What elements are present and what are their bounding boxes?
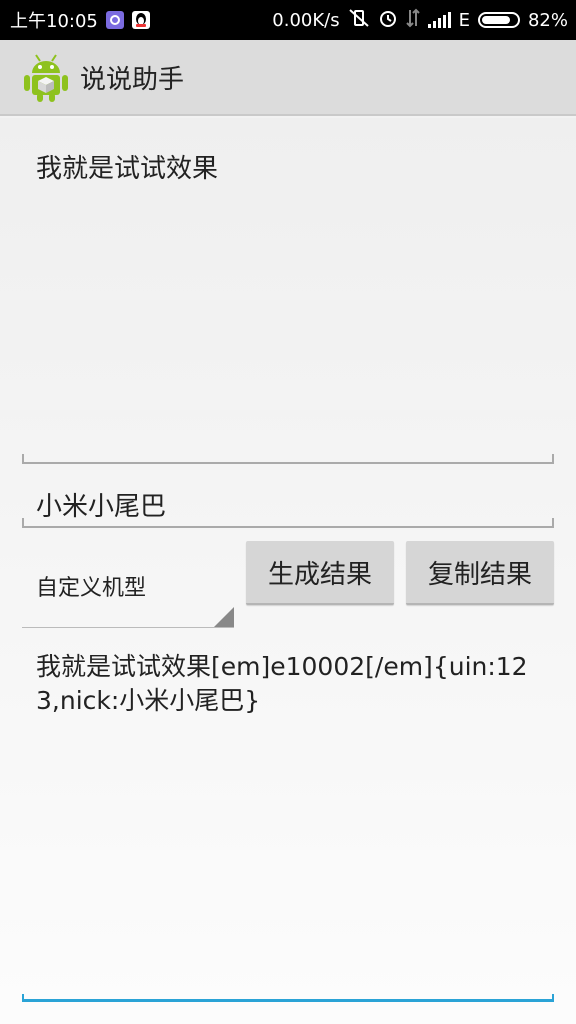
content-input-underline <box>22 454 554 464</box>
copy-button[interactable]: 复制结果 <box>406 541 554 605</box>
network-type: E <box>458 9 470 31</box>
app-title: 说说助手 <box>80 64 185 95</box>
vibrate-mute-icon <box>348 8 370 33</box>
notification-app-icon <box>105 11 124 29</box>
spinner-arrow-icon <box>214 607 234 627</box>
main-content: 我就是试试效果 小米小尾巴 自定义机型 生成结果 复制结果 我就是试试效果[em… <box>0 118 576 1024</box>
status-right: 0.00K/s E 82% <box>272 8 568 33</box>
status-bar: 上午10:05 0.00K/s E 82% <box>0 0 576 40</box>
model-spinner-value: 自定义机型 <box>36 576 147 601</box>
alarm-clock-icon <box>378 8 398 33</box>
result-output[interactable]: 我就是试试效果[em]e10002[/em]{uin:123,nick:小米小尾… <box>22 644 554 1002</box>
battery-fill <box>481 16 510 24</box>
generate-button[interactable]: 生成结果 <box>246 541 394 605</box>
content-input[interactable]: 我就是试试效果 <box>22 118 554 464</box>
status-time: 上午10:05 <box>10 11 98 32</box>
model-spinner[interactable]: 自定义机型 <box>22 558 234 628</box>
tail-input[interactable]: 小米小尾巴 <box>22 474 554 528</box>
result-output-text: 我就是试试效果[em]e10002[/em]{uin:123,nick:小米小尾… <box>36 652 528 715</box>
android-icon <box>24 54 68 102</box>
network-speed: 0.00K/s <box>272 9 340 31</box>
content-input-text: 我就是试试效果 <box>36 154 219 184</box>
data-transfer-icon <box>405 8 420 33</box>
battery-percent: 82% <box>527 9 568 31</box>
tail-input-underline <box>22 518 554 528</box>
result-output-underline <box>22 994 554 1002</box>
qq-penguin-icon <box>131 11 150 29</box>
status-left: 上午10:05 <box>10 7 150 33</box>
action-bar: 说说助手 <box>0 40 576 116</box>
battery-icon <box>477 12 520 28</box>
signal-strength-icon <box>427 12 451 28</box>
